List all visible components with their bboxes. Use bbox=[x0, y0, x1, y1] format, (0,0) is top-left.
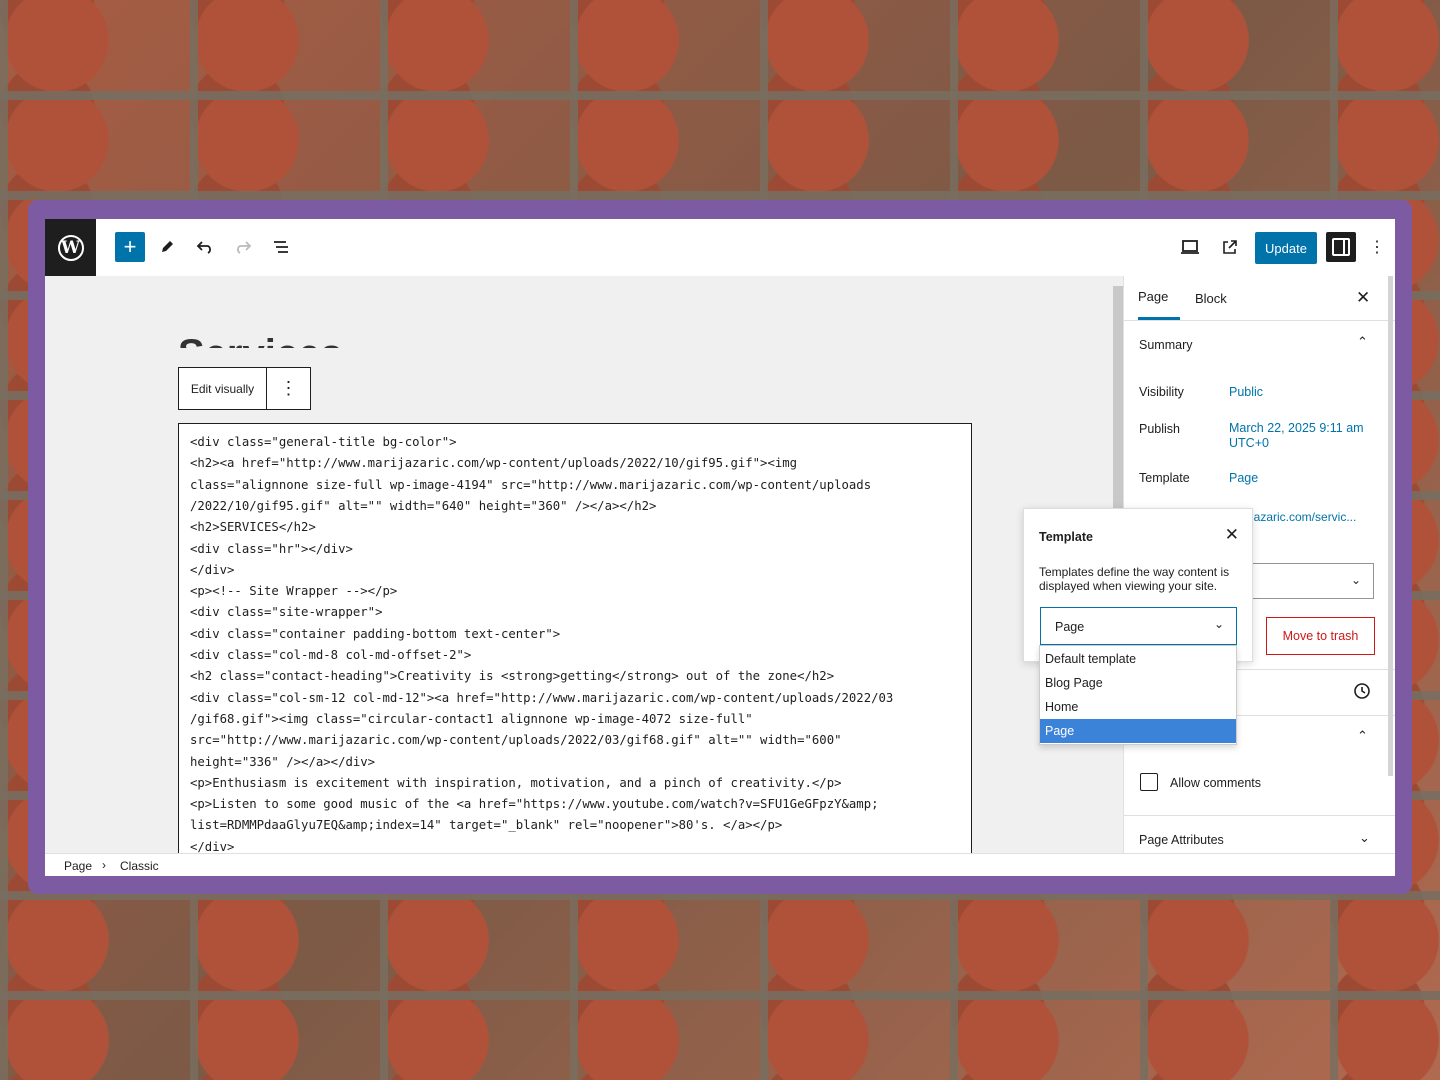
wordpress-logo-icon: W bbox=[57, 234, 84, 261]
pencil-icon bbox=[162, 241, 173, 252]
template-option-blog-page[interactable]: Blog Page bbox=[1040, 671, 1236, 695]
html-code-editor[interactable]: <div class="general-title bg-color"> <h2>… bbox=[178, 423, 972, 853]
code-line: <div class="general-title bg-color"> bbox=[190, 435, 457, 449]
visibility-label: Visibility bbox=[1139, 385, 1184, 399]
popover-title: Template bbox=[1039, 530, 1093, 544]
tab-block-label: Block bbox=[1195, 290, 1227, 306]
close-popover-button[interactable]: ✕ bbox=[1225, 525, 1239, 545]
popover-description: Templates define the way content is disp… bbox=[1039, 565, 1230, 593]
redo-icon bbox=[237, 241, 252, 254]
code-line: <div class="hr"></div> bbox=[190, 541, 353, 556]
publish-label: Publish bbox=[1139, 422, 1180, 436]
breadcrumb-classic[interactable]: Classic bbox=[120, 859, 159, 873]
template-select-value: Page bbox=[1055, 620, 1085, 634]
tools-button[interactable] bbox=[152, 232, 182, 262]
template-select[interactable]: Page ⌄ bbox=[1040, 607, 1237, 645]
view-page-button[interactable] bbox=[1215, 232, 1245, 262]
options-menu-button[interactable]: ⋮ bbox=[1363, 232, 1391, 262]
chevron-down-icon[interactable]: ⌄ bbox=[1359, 830, 1370, 846]
sidebar-icon bbox=[1332, 238, 1350, 256]
publish-timezone[interactable]: UTC+0 bbox=[1229, 436, 1269, 450]
breadcrumb-separator: › bbox=[102, 858, 106, 872]
page-title[interactable]: Services bbox=[178, 336, 343, 348]
more-vertical-icon: ⋮ bbox=[1369, 239, 1385, 256]
close-sidebar-button[interactable]: ✕ bbox=[1356, 288, 1370, 308]
publish-date[interactable]: March 22, 2025 9:11 am bbox=[1229, 421, 1364, 435]
wordpress-logo-button[interactable]: W bbox=[45, 219, 96, 276]
code-line: src="http://www.marijazaric.com/wp-conte… bbox=[190, 733, 842, 748]
redo-button[interactable] bbox=[228, 232, 258, 262]
list-view-icon bbox=[274, 241, 288, 253]
block-options-button[interactable]: ⋮ bbox=[267, 368, 310, 409]
chevron-up-icon[interactable]: ⌃ bbox=[1357, 728, 1368, 744]
code-line: </div> bbox=[190, 562, 235, 577]
code-line: class="alignnone size-full wp-image-4194… bbox=[190, 477, 872, 492]
update-button[interactable]: Update bbox=[1255, 232, 1317, 264]
document-overview-button[interactable] bbox=[266, 232, 296, 262]
code-line: <p>Enthusiasm is excitement with inspira… bbox=[190, 775, 842, 790]
code-line: <div class="container padding-bottom tex… bbox=[190, 626, 561, 641]
undo-button[interactable] bbox=[190, 232, 220, 262]
wordpress-editor-window: W + Update ⋮ Services bbox=[45, 219, 1395, 876]
editor-canvas: Services Edit visually ⋮ <div class="gen… bbox=[45, 276, 1123, 853]
code-line: <p><!-- Site Wrapper --></p> bbox=[190, 584, 398, 599]
allow-comments-label: Allow comments bbox=[1170, 776, 1261, 790]
page-url[interactable]: jazaric.com/servic... bbox=[1251, 510, 1356, 524]
code-line: <h2><a href="http://www.marijazaric.com/… bbox=[190, 456, 798, 471]
template-popover: Template ✕ Templates define the way cont… bbox=[1023, 508, 1253, 662]
edit-visually-button[interactable]: Edit visually bbox=[179, 368, 267, 409]
more-vertical-icon: ⋮ bbox=[279, 378, 298, 398]
code-line: height="336" /></a></div> bbox=[190, 754, 376, 769]
close-icon: ✕ bbox=[1224, 525, 1239, 544]
tab-page-label: Page bbox=[1138, 289, 1169, 304]
editor-toolbar: W + Update ⋮ bbox=[45, 219, 1395, 277]
settings-toggle-button[interactable] bbox=[1326, 232, 1356, 262]
template-label: Template bbox=[1139, 471, 1190, 485]
desktop-icon bbox=[1181, 240, 1199, 254]
code-line: /2022/10/gif95.gif" alt="" width="640" h… bbox=[190, 498, 657, 513]
template-dropdown-list: Default template Blog Page Home Page bbox=[1039, 645, 1237, 745]
template-option-default[interactable]: Default template bbox=[1040, 647, 1236, 671]
code-line: </div> bbox=[190, 839, 235, 853]
revisions-button[interactable] bbox=[1353, 682, 1371, 705]
code-line: <div class="col-md-8 col-md-offset-2"> bbox=[190, 648, 472, 662]
sidebar-scrollbar[interactable] bbox=[1388, 276, 1393, 776]
page-attributes-heading[interactable]: Page Attributes bbox=[1139, 833, 1224, 847]
visibility-value[interactable]: Public bbox=[1229, 385, 1263, 399]
code-line: <h2>SERVICES</h2> bbox=[190, 520, 316, 535]
undo-icon bbox=[196, 241, 211, 254]
tab-block[interactable]: Block bbox=[1195, 276, 1227, 320]
code-line: <div class="site-wrapper"> bbox=[190, 605, 383, 620]
tab-page[interactable]: Page bbox=[1138, 276, 1180, 320]
chevron-up-icon[interactable]: ⌃ bbox=[1357, 334, 1368, 350]
close-icon: ✕ bbox=[1356, 288, 1371, 307]
summary-heading[interactable]: Summary bbox=[1139, 338, 1192, 352]
allow-comments-checkbox[interactable] bbox=[1140, 773, 1158, 791]
external-link-icon bbox=[1223, 240, 1237, 254]
chevron-down-icon: ⌄ bbox=[1213, 617, 1224, 631]
breadcrumb-page[interactable]: Page bbox=[64, 859, 92, 873]
plus-icon: + bbox=[123, 234, 137, 259]
block-toolbar: Edit visually ⋮ bbox=[178, 367, 311, 410]
move-to-trash-button[interactable]: Move to trash bbox=[1266, 617, 1375, 655]
template-option-home[interactable]: Home bbox=[1040, 695, 1236, 719]
code-line: list=RDMMPdaaGlyu7EQ&amp;index=14" targe… bbox=[190, 818, 783, 833]
section-divider bbox=[1124, 815, 1395, 816]
template-value[interactable]: Page bbox=[1229, 471, 1258, 485]
code-line: <p>Listen to some good music of the <a h… bbox=[190, 797, 879, 812]
chevron-down-icon: ⌄ bbox=[1350, 573, 1361, 587]
code-line: /gif68.gif"><img class="circular-contact… bbox=[190, 711, 753, 726]
code-line: <div class="col-sm-12 col-md-12"><a href… bbox=[190, 690, 894, 705]
block-breadcrumb: Page › Classic bbox=[45, 853, 1395, 876]
preview-device-button[interactable] bbox=[1175, 232, 1205, 262]
add-block-button[interactable]: + bbox=[115, 232, 145, 262]
history-icon bbox=[1354, 683, 1370, 699]
tabs-divider bbox=[1124, 320, 1395, 321]
template-option-page[interactable]: Page bbox=[1040, 719, 1236, 743]
code-line: <h2 class="contact-heading">Creativity i… bbox=[190, 669, 835, 684]
